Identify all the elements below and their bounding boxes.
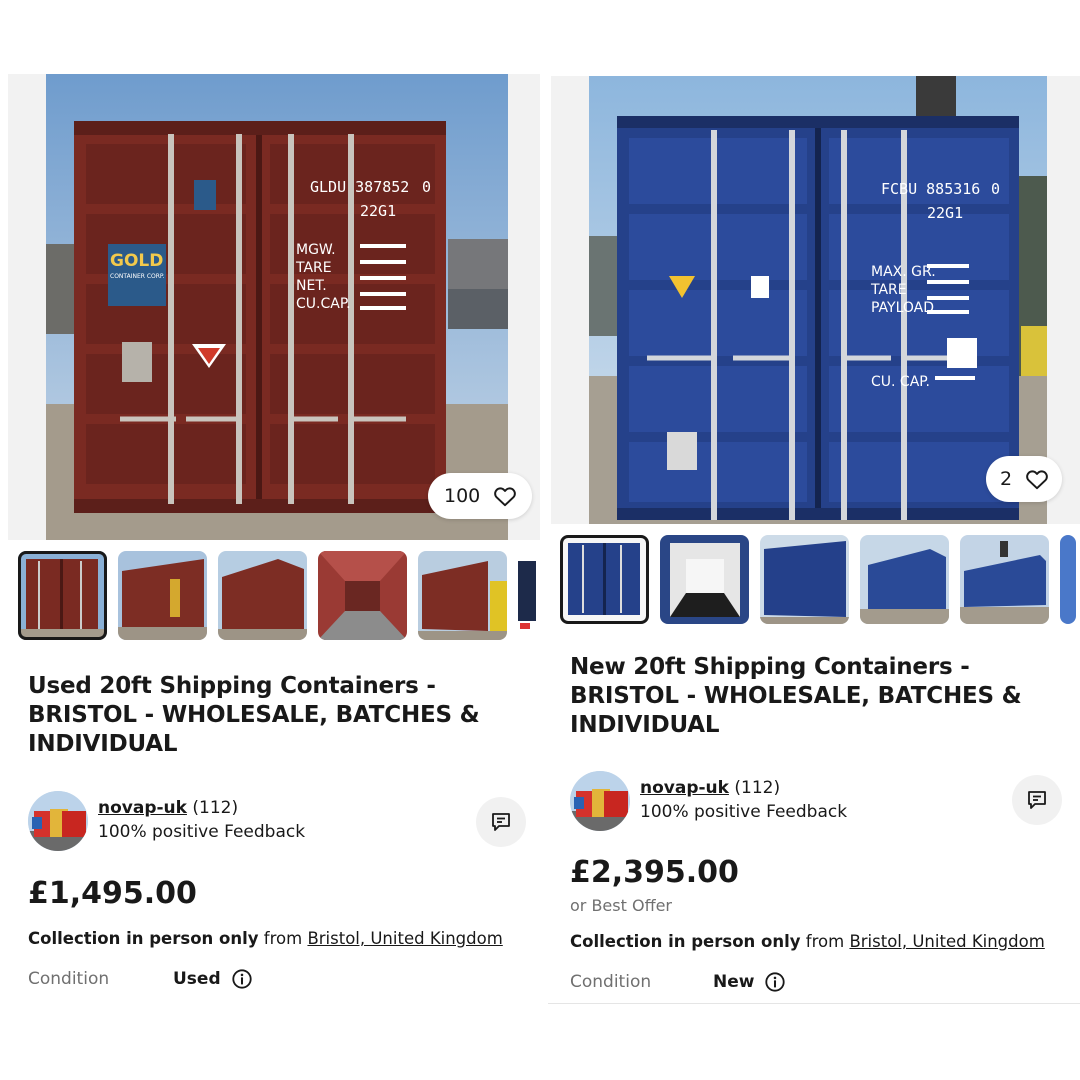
collection-from: from xyxy=(805,932,845,951)
photo-spec-label: MGW. xyxy=(296,242,336,258)
listing-price: £1,495.00 xyxy=(28,876,197,911)
thumbnail-strip xyxy=(18,551,538,641)
photo-type-code: 22G1 xyxy=(360,202,396,220)
info-icon[interactable] xyxy=(764,971,786,993)
thumbnail-strip xyxy=(560,535,1080,625)
info-icon[interactable] xyxy=(231,968,253,990)
condition-value-row: New xyxy=(713,971,786,993)
condition-value: Used xyxy=(173,969,221,989)
seller-avatar[interactable] xyxy=(570,771,630,831)
condition-label: Condition xyxy=(570,972,652,992)
seller-feedback: 100% positive Feedback xyxy=(640,802,848,822)
seller-rating-count: (112) xyxy=(734,778,781,798)
condition-value-row: Used xyxy=(173,968,253,990)
collection-method: Collection in person only xyxy=(28,929,259,948)
collection-location-link[interactable]: Bristol, United Kingdom xyxy=(849,932,1044,951)
photo-container-id: GLDU 387852 xyxy=(310,178,409,196)
collection-location-link[interactable]: Bristol, United Kingdom xyxy=(307,929,502,948)
watch-button[interactable]: 2 xyxy=(986,456,1063,502)
photo-cu-cap-label: CU. CAP. xyxy=(871,374,930,390)
seller-name-link[interactable]: novap-uk xyxy=(640,778,729,798)
heart-icon xyxy=(1026,470,1048,490)
photo-container-id: FCBU 885316 xyxy=(881,180,980,198)
collection-info: Collection in person only from Bristol, … xyxy=(28,929,503,948)
photo-spec-label: NET. xyxy=(296,278,327,294)
seller-name-link[interactable]: novap-uk xyxy=(98,798,187,818)
thumbnail-side-forklift[interactable] xyxy=(418,551,507,640)
seller-feedback: 100% positive Feedback xyxy=(98,822,306,842)
seller-rating-count: (112) xyxy=(192,798,239,818)
listing-title[interactable]: Used 20ft Shipping Containers - BRISTOL … xyxy=(28,672,498,759)
photo-type-code: 22G1 xyxy=(927,204,963,222)
message-seller-button[interactable] xyxy=(1012,775,1062,825)
thumbnail-front[interactable] xyxy=(18,551,107,640)
photo-spec-label: PAYLOAD xyxy=(871,300,934,316)
section-divider xyxy=(548,1003,1080,1004)
collection-method: Collection in person only xyxy=(570,932,801,951)
thumbnail-interior[interactable] xyxy=(660,535,749,624)
message-icon xyxy=(492,813,510,831)
seller-info: novap-uk (112) 100% positive Feedback xyxy=(570,770,1070,834)
thumbnail-side-crane[interactable] xyxy=(960,535,1049,624)
message-icon xyxy=(1028,791,1046,809)
photo-spec-label: TARE xyxy=(295,260,332,276)
heart-icon xyxy=(494,487,517,507)
listing-main-photo[interactable]: GOLD CONTAINER CORP. GLDU 387852 0 22G1 … xyxy=(8,74,540,540)
thumbnail-interior[interactable] xyxy=(318,551,407,640)
best-offer-text: or Best Offer xyxy=(570,896,673,915)
listing-new: FCBU 885316 0 22G1 MAX. GR. TARE PAYLOAD… xyxy=(548,0,1080,1080)
seller-info: novap-uk (112) 100% positive Feedback xyxy=(28,790,528,854)
seller-avatar[interactable] xyxy=(28,791,88,851)
listing-used: GOLD CONTAINER CORP. GLDU 387852 0 22G1 … xyxy=(0,0,540,1080)
photo-check-digit: 0 xyxy=(991,180,1000,198)
watch-count: 100 xyxy=(444,485,481,507)
condition-label: Condition xyxy=(28,969,110,989)
thumbnail-partial[interactable] xyxy=(1060,535,1076,624)
photo-brand-sub-text: CONTAINER CORP. xyxy=(110,273,165,280)
photo-spec-label: CU.CAP. xyxy=(296,296,351,312)
photo-brand-text: GOLD xyxy=(110,251,163,271)
photo-check-digit: 0 xyxy=(422,178,431,196)
listing-title[interactable]: New 20ft Shipping Containers - BRISTOL -… xyxy=(570,653,1040,740)
listing-price: £2,395.00 xyxy=(570,855,739,890)
photo-spec-label: TARE xyxy=(870,282,907,298)
watch-button[interactable]: 100 xyxy=(428,473,533,519)
thumbnail-side-angle[interactable] xyxy=(860,535,949,624)
photo-spec-label: MAX. GR. xyxy=(871,264,936,280)
collection-from: from xyxy=(263,929,303,948)
thumbnail-front[interactable] xyxy=(560,535,649,624)
thumbnail-side[interactable] xyxy=(760,535,849,624)
condition-value: New xyxy=(713,972,755,992)
thumbnail-side[interactable] xyxy=(218,551,307,640)
thumbnail-partial[interactable] xyxy=(518,551,536,640)
thumbnail-side-logo[interactable] xyxy=(118,551,207,640)
collection-info: Collection in person only from Bristol, … xyxy=(570,932,1045,951)
container-photo: GOLD CONTAINER CORP. GLDU 387852 0 22G1 … xyxy=(8,74,540,540)
watch-count: 2 xyxy=(1000,468,1013,490)
message-seller-button[interactable] xyxy=(476,797,526,847)
